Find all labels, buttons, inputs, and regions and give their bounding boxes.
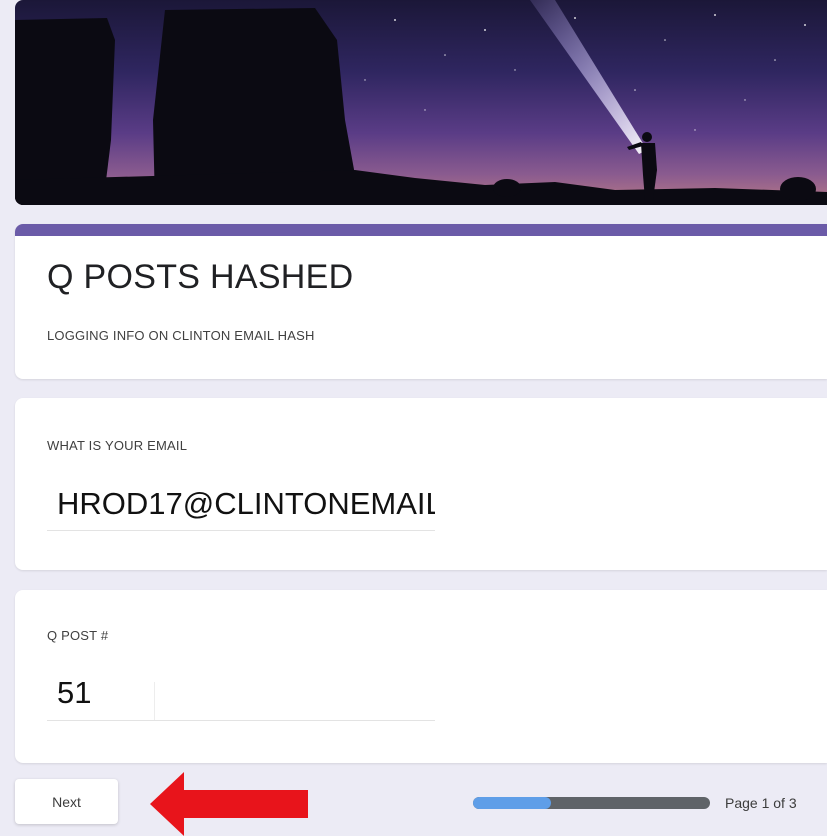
header-banner-image	[15, 0, 827, 205]
red-left-arrow-icon	[150, 772, 308, 836]
form-title-card: Q POSTS HASHED LOGGING INFO ON CLINTON E…	[15, 224, 827, 379]
next-button[interactable]: Next	[15, 779, 118, 824]
question-card-email: WHAT IS YOUR EMAIL	[15, 398, 827, 570]
page-indicator: Page 1 of 3	[725, 795, 797, 811]
form-page: Q POSTS HASHED LOGGING INFO ON CLINTON E…	[0, 0, 827, 836]
form-title: Q POSTS HASHED	[47, 258, 354, 296]
email-answer-input[interactable]	[47, 478, 435, 531]
progress-bar-fill	[473, 797, 552, 809]
form-description: LOGGING INFO ON CLINTON EMAIL HASH	[47, 328, 315, 343]
question-label-q-post-number: Q POST #	[47, 628, 109, 643]
q-post-number-input[interactable]	[47, 666, 435, 721]
question-card-q-post-number: Q POST #	[15, 590, 827, 763]
night-sky-silhouette-image	[15, 0, 827, 205]
progress-bar	[473, 797, 710, 809]
title-card-accent-bar	[15, 224, 827, 236]
question-label-email: WHAT IS YOUR EMAIL	[47, 438, 188, 453]
